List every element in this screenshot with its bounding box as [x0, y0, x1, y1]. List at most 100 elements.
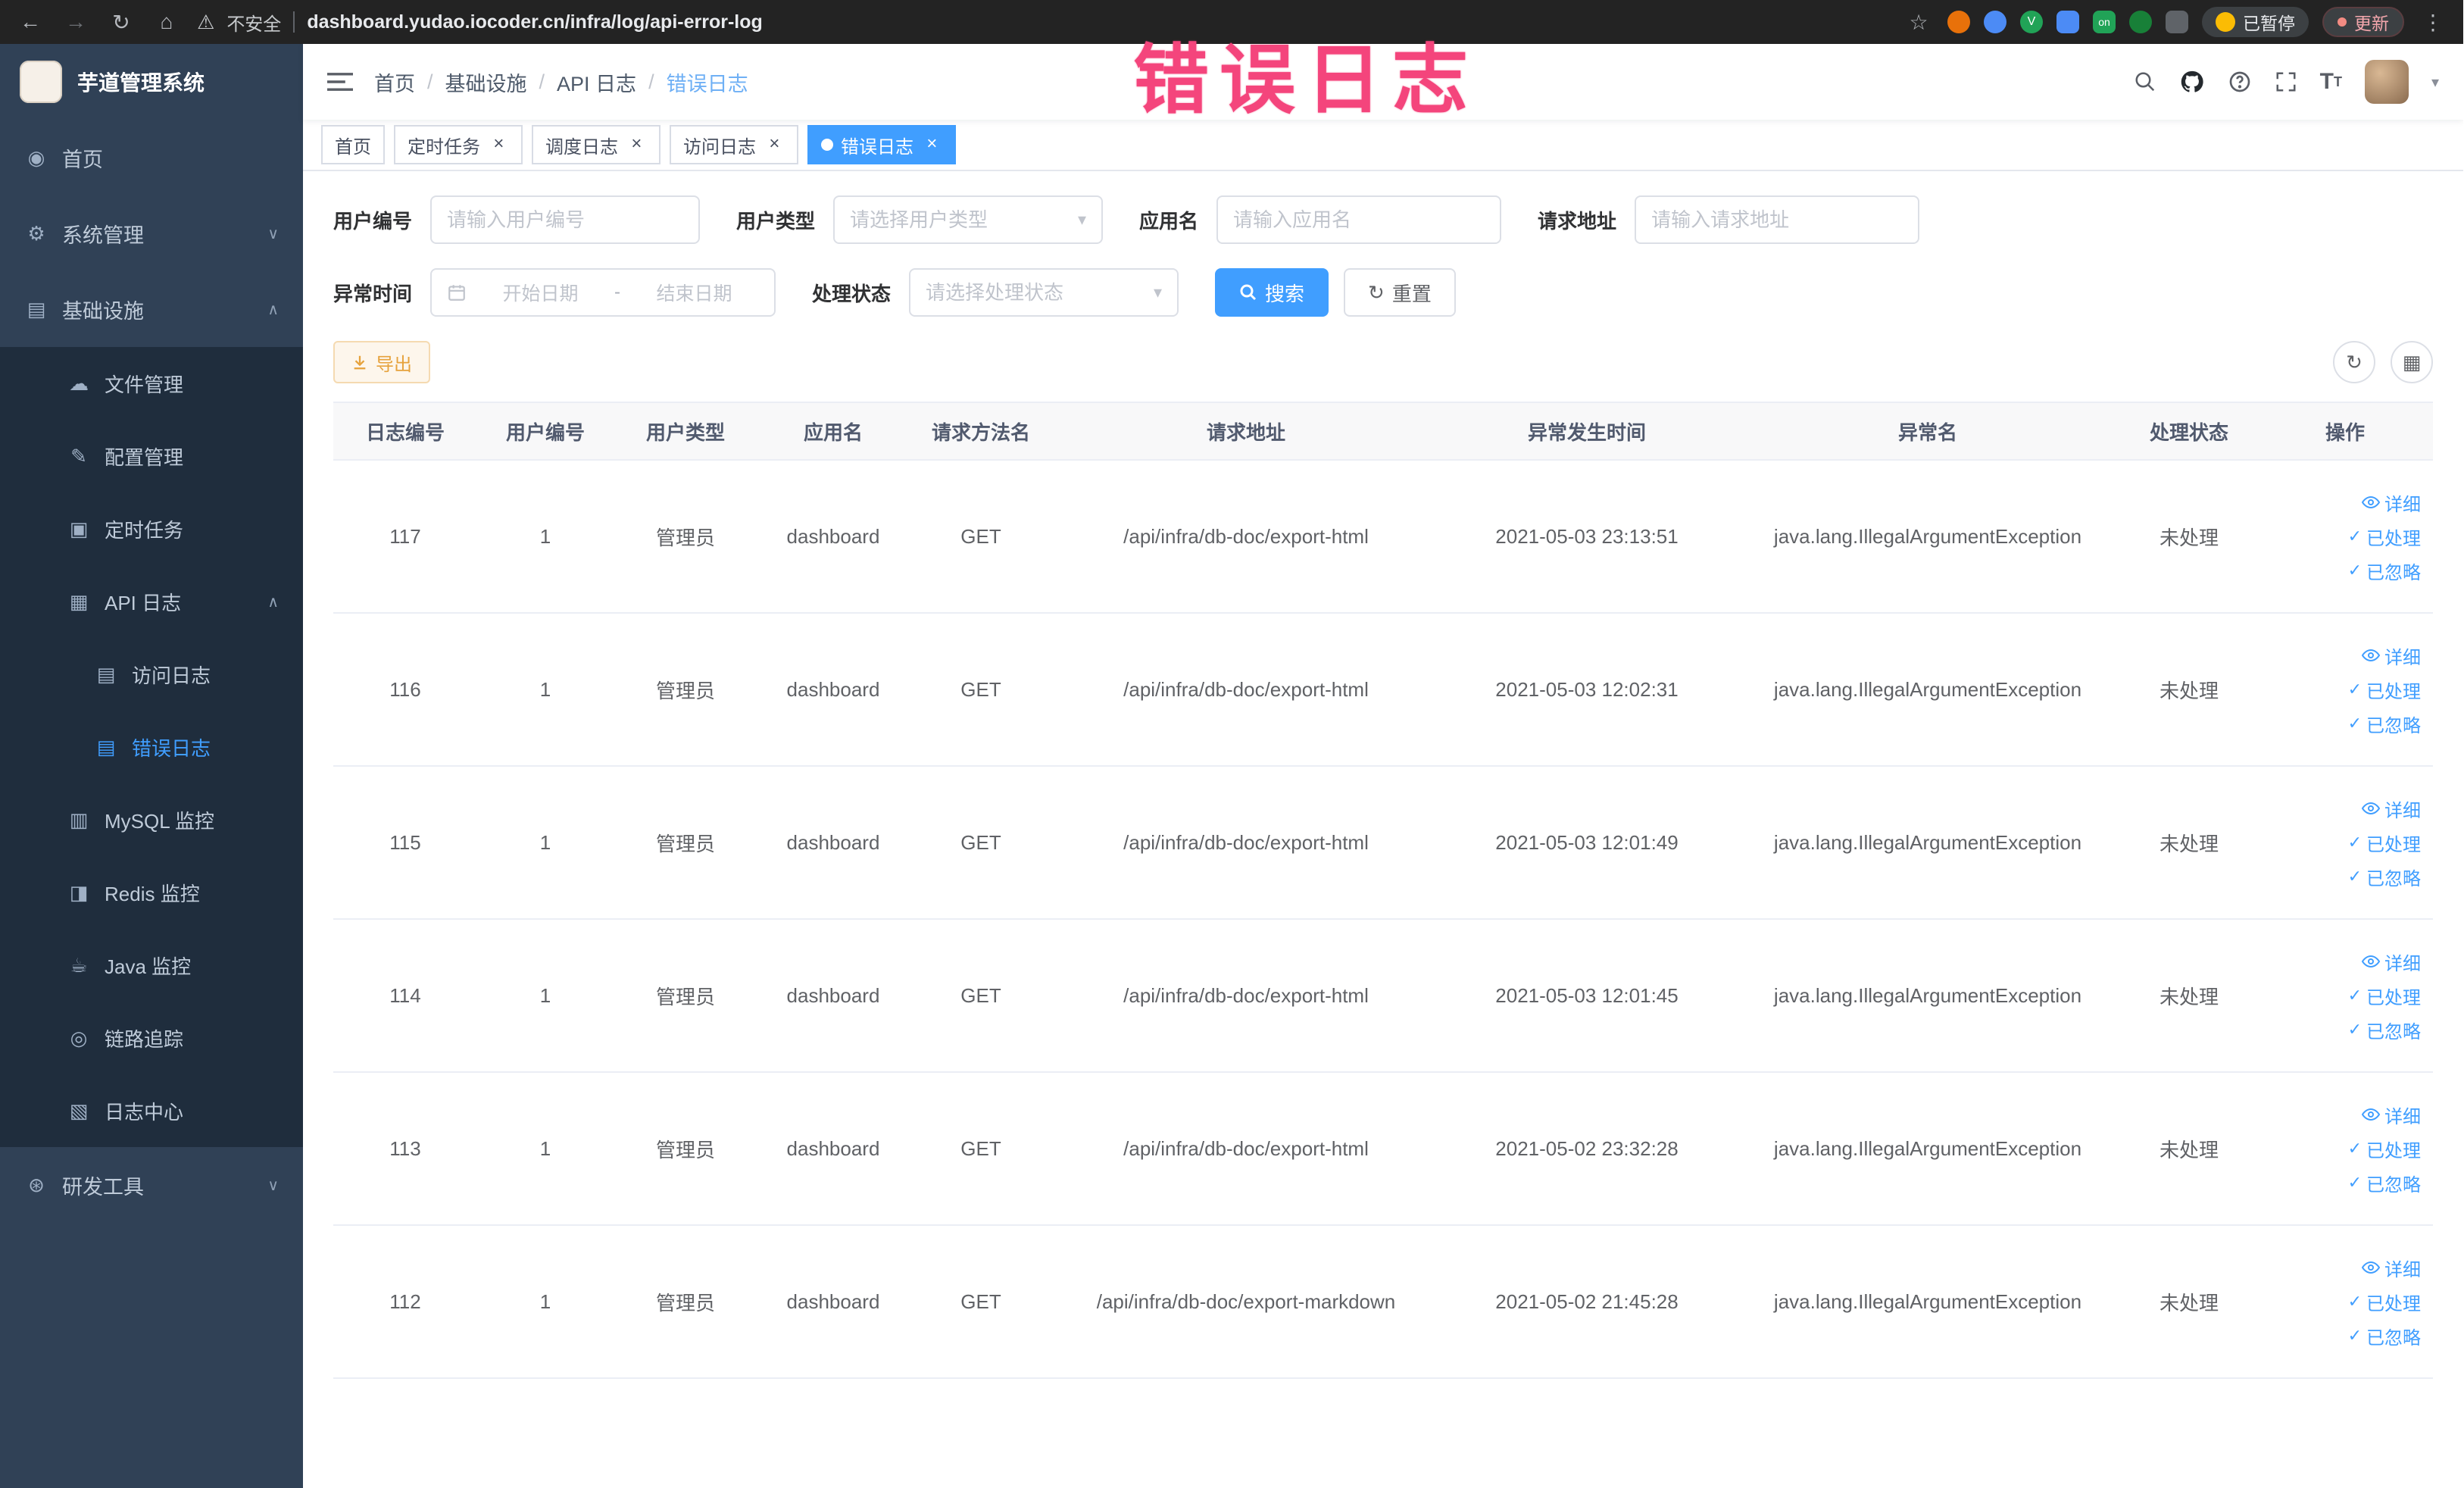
check-icon: ✓ — [2347, 527, 2362, 545]
cell-status: 未处理 — [2121, 1225, 2257, 1379]
column-header: 日志编号 — [333, 402, 477, 461]
close-icon[interactable]: × — [488, 134, 509, 155]
check-icon: ✓ — [2347, 714, 2362, 733]
extension-drop-icon[interactable] — [1984, 11, 2006, 33]
action-ignored[interactable]: ✓ 已忽略 — [2348, 558, 2421, 584]
hamburger-icon[interactable] — [327, 70, 353, 93]
breadcrumb-item[interactable]: 首页 — [374, 67, 415, 97]
font-size-icon[interactable]: TT — [2320, 69, 2342, 95]
trace-icon: ◎ — [70, 1026, 88, 1049]
sidebar-item-config-management[interactable]: ✎ 配置管理 — [0, 420, 303, 492]
column-settings-button[interactable]: ▦ — [2391, 341, 2433, 383]
user-id-input[interactable] — [447, 208, 684, 232]
action-processed[interactable]: ✓ 已处理 — [2348, 677, 2421, 703]
sidebar-item-access-log[interactable]: ▤ 访问日志 — [0, 638, 303, 711]
request-url-input[interactable] — [1651, 208, 1903, 232]
sidebar-item-infrastructure[interactable]: ▤ 基础设施 ∧ — [0, 271, 303, 347]
search-button[interactable]: 搜索 — [1215, 268, 1329, 317]
action-detail[interactable]: 详细 — [2362, 796, 2421, 822]
cell-user-type: 管理员 — [614, 613, 757, 767]
home-icon[interactable]: ⌂ — [151, 10, 182, 34]
help-icon[interactable] — [2228, 70, 2252, 94]
tab-schedule-log[interactable]: 调度日志 × — [532, 125, 661, 164]
tab-home[interactable]: 首页 — [321, 125, 385, 164]
action-processed[interactable]: ✓ 已处理 — [2348, 524, 2421, 550]
process-status-select[interactable] — [926, 280, 1145, 305]
close-icon[interactable]: × — [764, 134, 785, 155]
extension-puzzle-icon[interactable] — [2166, 11, 2188, 33]
action-ignored[interactable]: ✓ 已忽略 — [2348, 1170, 2421, 1196]
sidebar-item-scheduled-tasks[interactable]: ▣ 定时任务 — [0, 492, 303, 565]
sidebar-item-dev-tools[interactable]: ⊛ 研发工具 ∨ — [0, 1147, 303, 1223]
sidebar-item-system-management[interactable]: ⚙ 系统管理 ∨ — [0, 195, 303, 271]
chevron-down-icon: ∨ — [267, 1177, 279, 1194]
extension-grid-icon[interactable] — [2056, 11, 2079, 33]
tab-error-log[interactable]: 错误日志 × — [807, 125, 956, 164]
export-button[interactable]: 导出 — [333, 341, 430, 383]
check-icon: ✓ — [2347, 680, 2362, 699]
sidebar-item-java-monitor[interactable]: ☕ Java 监控 — [0, 929, 303, 1002]
user-avatar[interactable] — [2364, 60, 2409, 104]
action-ignored[interactable]: ✓ 已忽略 — [2348, 864, 2421, 890]
tab-access-log[interactable]: 访问日志 × — [670, 125, 798, 164]
action-ignored[interactable]: ✓ 已忽略 — [2348, 1323, 2421, 1349]
sidebar-item-error-log[interactable]: ▤ 错误日志 — [0, 711, 303, 783]
forward-icon[interactable]: → — [61, 10, 91, 34]
extension-leaf-icon[interactable] — [2129, 11, 2152, 33]
action-processed[interactable]: ✓ 已处理 — [2348, 1289, 2421, 1315]
user-type-select[interactable] — [850, 208, 1069, 232]
action-processed[interactable]: ✓ 已处理 — [2348, 983, 2421, 1009]
fullscreen-icon[interactable] — [2275, 70, 2297, 93]
cell-exception: java.lang.IllegalArgumentException — [1735, 919, 2121, 1073]
action-detail[interactable]: 详细 — [2362, 949, 2421, 975]
bookmark-star-icon[interactable]: ☆ — [1903, 10, 1934, 35]
sidebar-item-label: 日志中心 — [105, 1100, 184, 1124]
address-bar[interactable]: ⚠ 不安全 dashboard.yudao.iocoder.cn/infra/l… — [197, 9, 1888, 36]
cell-user-id: 1 — [477, 1072, 614, 1226]
breadcrumb-item[interactable]: 基础设施 — [445, 67, 527, 97]
cell-app: dashboard — [757, 1225, 909, 1379]
table-row: 113 1 管理员 dashboard GET/api/infra/db-doc/exp… — [333, 1072, 2433, 1226]
reset-button[interactable]: ↻ 重置 — [1344, 268, 1456, 317]
update-button[interactable]: 更新 — [2322, 7, 2404, 37]
extension-v-icon[interactable]: V — [2020, 11, 2043, 33]
github-icon[interactable] — [2179, 69, 2205, 95]
search-icon[interactable] — [2134, 70, 2156, 93]
cloud-icon: ☁ — [69, 371, 89, 395]
sidebar-item-mysql-monitor[interactable]: ▥ MySQL 监控 — [0, 783, 303, 856]
reload-icon[interactable]: ↻ — [106, 10, 136, 35]
cell-user-id: 1 — [477, 613, 614, 767]
chevron-down-icon[interactable]: ▾ — [2431, 73, 2439, 92]
sidebar-item-home[interactable]: ◉ 首页 — [0, 120, 303, 195]
close-icon[interactable]: × — [921, 134, 942, 155]
sidebar-item-trace[interactable]: ◎ 链路追踪 — [0, 1002, 303, 1074]
action-detail[interactable]: 详细 — [2362, 642, 2421, 669]
sidebar-item-api-logs[interactable]: ▦ API 日志 ∧ — [0, 565, 303, 638]
action-detail[interactable]: 详细 — [2362, 1102, 2421, 1128]
extension-on-icon[interactable]: on — [2093, 11, 2116, 33]
action-processed[interactable]: ✓ 已处理 — [2348, 1136, 2421, 1162]
sidebar-item-log-center[interactable]: ▧ 日志中心 — [0, 1074, 303, 1147]
action-detail[interactable]: 详细 — [2362, 489, 2421, 516]
app-name-input[interactable] — [1233, 208, 1485, 232]
paused-badge[interactable]: 已暂停 — [2202, 7, 2309, 37]
kebab-menu-icon[interactable]: ⋮ — [2418, 10, 2448, 35]
back-icon[interactable]: ← — [15, 10, 45, 34]
filter-request-url: 请求地址 — [1538, 195, 1920, 244]
action-detail[interactable]: 详细 — [2362, 1255, 2421, 1281]
tab-scheduled-tasks[interactable]: 定时任务 × — [394, 125, 523, 164]
date-range-input[interactable]: 开始日期 - 结束日期 — [430, 268, 776, 317]
sidebar-item-label: 研发工具 — [62, 1175, 144, 1199]
sidebar-item-redis-monitor[interactable]: ◨ Redis 监控 — [0, 856, 303, 929]
breadcrumb-item[interactable]: API 日志 — [557, 67, 636, 97]
action-ignored[interactable]: ✓ 已忽略 — [2348, 711, 2421, 737]
cell-user-id: 1 — [477, 919, 614, 1073]
action-ignored[interactable]: ✓ 已忽略 — [2348, 1017, 2421, 1043]
sidebar-item-file-management[interactable]: ☁ 文件管理 — [0, 347, 303, 420]
action-processed[interactable]: ✓ 已处理 — [2348, 830, 2421, 856]
logo[interactable]: 芋道管理系统 — [0, 44, 303, 120]
cell-time: 2021-05-03 12:01:49 — [1439, 766, 1735, 920]
refresh-button[interactable]: ↻ — [2333, 341, 2375, 383]
close-icon[interactable]: × — [626, 134, 647, 155]
extension-orange-icon[interactable] — [1947, 11, 1970, 33]
